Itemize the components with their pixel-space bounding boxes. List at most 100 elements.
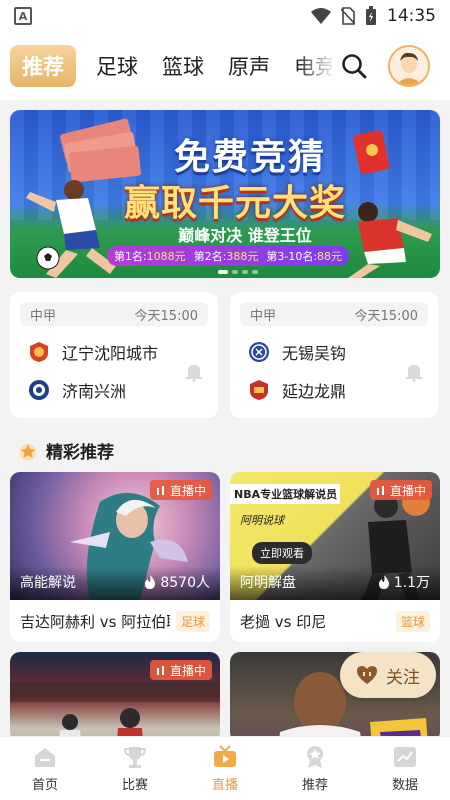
away-team: 济南兴洲 (20, 378, 208, 402)
match-card[interactable]: 中甲 今天15:00 辽宁沈阳城市 济南兴洲 (10, 292, 218, 418)
promo-banner[interactable]: 免费竞猜 赢取千元大奖 巅峰对决 谁登王位 第1名:1088元 第2名:388元… (10, 110, 440, 278)
badge-icon (307, 746, 323, 768)
bottom-nav-live[interactable]: 直播 (180, 737, 270, 800)
prize-3: 第3-10名:88元 (266, 250, 343, 263)
video-card[interactable]: 直播中 (10, 652, 220, 742)
prize-2: 第2名:388元 (193, 250, 259, 263)
flame-icon (378, 575, 389, 589)
bottom-nav-matches[interactable]: 比赛 (90, 737, 180, 800)
prize-1: 第1名:1088元 (113, 250, 186, 263)
tabs-fade (296, 32, 336, 100)
viewer-count: 1.1万 (378, 572, 430, 592)
star-icon (19, 443, 37, 460)
top-nav: 推荐 足球 篮球 原声 电竞 (0, 32, 450, 100)
video-card[interactable]: 直播中 高能解说 8570人 吉达阿赫利 vs 阿拉伯联 足球 (10, 472, 220, 642)
user-avatar[interactable] (388, 45, 430, 87)
wifi-icon (311, 8, 331, 24)
live-bars-icon (156, 486, 164, 495)
prize-bar: 第1名:1088元 第2名:388元 第3-10名:88元 (107, 246, 349, 266)
flame-icon (145, 575, 156, 589)
viewer-count: 8570人 (144, 572, 210, 592)
home-team: 辽宁沈阳城市 (20, 340, 208, 364)
match-header: 中甲 今天15:00 (20, 302, 208, 326)
video-info: 老撾 vs 印尼 篮球 (230, 600, 440, 642)
bottom-nav-label: 首页 (31, 778, 58, 793)
video-info: 吉达阿赫利 vs 阿拉伯联 足球 (10, 600, 220, 642)
video-title: 老撾 vs 印尼 (240, 612, 327, 631)
match-time: 今天15:00 (354, 308, 418, 324)
team-name: 辽宁沈阳城市 (62, 344, 159, 363)
video-thumbnail: NBA专业篮球解说员 阿明说球 立即观看 直播中 阿明解盘 1.1万 (230, 472, 440, 600)
live-badge: 直播中 (149, 480, 212, 500)
video-thumbnail: 直播中 (10, 652, 220, 742)
bottom-nav-label: 直播 (211, 778, 238, 793)
host-name: 高能解说 (20, 575, 76, 591)
video-card[interactable]: NBA专业篮球解说员 阿明说球 立即观看 直播中 阿明解盘 1.1万 老撾 vs… (230, 472, 440, 642)
heart-chat-icon (357, 666, 377, 684)
league-name: 中甲 (30, 308, 57, 324)
chart-icon (394, 747, 416, 767)
home-icon (35, 748, 55, 767)
video-title: 吉达阿赫利 vs 阿拉伯联 (20, 612, 170, 631)
watch-now-button: 立即观看 (252, 542, 312, 564)
avatar-face-icon (390, 47, 428, 85)
thumb-banner-text: NBA专业篮球解说员 (230, 484, 340, 504)
team-logo-icon (249, 342, 269, 362)
basketball-court-art (10, 682, 220, 742)
match-card[interactable]: 中甲 今天15:00 无锡吴钩 延边龙鼎 (230, 292, 438, 418)
tab-recommend[interactable]: 推荐 (10, 45, 76, 87)
team-logo-icon (30, 342, 48, 362)
bottom-nav-label: 推荐 (301, 778, 328, 793)
video-thumbnail: 直播中 高能解说 8570人 (10, 472, 220, 600)
category-tabs: 推荐 足球 篮球 原声 电竞 (10, 45, 332, 87)
trophy-icon (123, 747, 147, 768)
match-time: 今天15:00 (134, 308, 198, 324)
category-tag: 足球 (175, 610, 210, 632)
live-badge: 直播中 (369, 480, 432, 500)
thumb-overlay: 高能解说 8570人 (10, 566, 220, 600)
bottom-nav: 首页 比赛 直播 推荐 数据 (0, 736, 450, 800)
bell-icon[interactable] (404, 362, 424, 382)
app-notification-icon: A (14, 7, 32, 25)
host-name: 阿明解盘 (240, 575, 296, 591)
banner-subtitle: 巅峰对决 谁登王位 (178, 226, 312, 245)
banner-title-line2: 赢取千元大奖 (123, 183, 346, 224)
tab-football[interactable]: 足球 (96, 51, 138, 81)
bottom-nav-recommend[interactable]: 推荐 (270, 737, 360, 800)
bottom-nav-data[interactable]: 数据 (360, 737, 450, 800)
banner-title-line1: 免费竞猜 (173, 137, 326, 178)
live-bars-icon (156, 666, 164, 675)
carousel-dots[interactable] (218, 270, 258, 274)
team-name: 济南兴洲 (62, 382, 127, 401)
live-bars-icon (376, 486, 384, 495)
away-team: 延边龙鼎 (240, 378, 428, 402)
tab-original-audio[interactable]: 原声 (228, 51, 270, 81)
football-icon (36, 246, 60, 270)
team-logo-icon (250, 380, 268, 400)
team-name: 延边龙鼎 (282, 382, 347, 401)
follow-button[interactable]: 关注 (340, 652, 436, 698)
follow-label: 关注 (386, 667, 420, 688)
team-name: 无锡吴钩 (282, 344, 347, 363)
bottom-nav-label: 数据 (391, 778, 418, 793)
thumb-host-logo: 阿明说球 (240, 514, 284, 527)
live-badge: 直播中 (149, 660, 212, 680)
bottom-nav-label: 比赛 (121, 778, 148, 793)
bell-icon[interactable] (184, 362, 204, 382)
thumb-overlay: 阿明解盘 1.1万 (230, 566, 440, 600)
tab-basketball[interactable]: 篮球 (162, 51, 204, 81)
match-header: 中甲 今天15:00 (240, 302, 428, 326)
bottom-nav-home[interactable]: 首页 (0, 737, 90, 800)
league-name: 中甲 (250, 308, 277, 324)
tv-icon (214, 745, 236, 767)
search-icon[interactable] (340, 52, 368, 80)
team-logo-icon (29, 380, 49, 400)
battery-icon (366, 6, 376, 25)
section-title: 精彩推荐 (46, 443, 114, 463)
section-header: 精彩推荐 (18, 438, 114, 463)
status-bar: A 14:35 (0, 0, 450, 32)
status-time: 14:35 (387, 6, 436, 26)
no-sim-icon (341, 7, 355, 25)
home-team: 无锡吴钩 (240, 340, 428, 364)
category-tag: 篮球 (395, 610, 430, 632)
